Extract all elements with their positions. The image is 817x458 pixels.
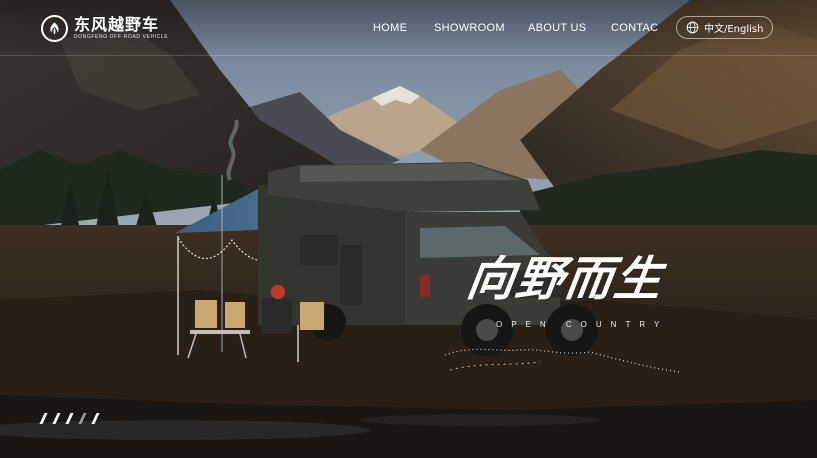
carousel-dot-5[interactable] (91, 413, 100, 424)
carousel-dot-3[interactable] (65, 413, 74, 424)
carousel-dot-4[interactable] (78, 413, 87, 424)
carousel-indicator (39, 413, 112, 425)
slogan-english: OPEN COUNTRY (496, 320, 669, 329)
nav-item-about-us[interactable]: ABOUT US (528, 20, 586, 36)
nav-item-home[interactable]: HOME (373, 20, 407, 36)
language-switcher[interactable]: 中文/English (676, 16, 773, 39)
language-label: 中文/English (704, 24, 764, 35)
nav-item-contact[interactable]: CONTAC (611, 20, 658, 36)
nav-item-showroom[interactable]: SHOWROOM (434, 20, 505, 36)
header-divider (0, 55, 817, 56)
carousel-dot-2[interactable] (52, 413, 61, 424)
globe-icon (686, 21, 699, 34)
hero-background-image (0, 0, 817, 458)
site-header: 东风越野车 DONGFENG OFF-ROAD VEHICLE HOME SHO… (0, 0, 817, 56)
hero-banner: 东风越野车 DONGFENG OFF-ROAD VEHICLE HOME SHO… (0, 0, 817, 458)
slogan-chinese: 向野而生 (463, 252, 668, 307)
hero-slogan: 向野而生 OPEN COUNTRY (463, 240, 708, 380)
